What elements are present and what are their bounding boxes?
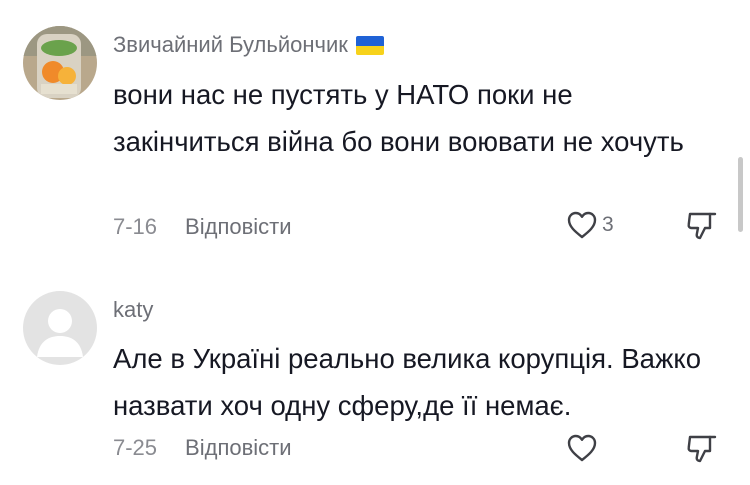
comment-date: 7-25 — [113, 435, 158, 460]
avatar[interactable] — [23, 291, 97, 365]
avatar[interactable] — [23, 26, 97, 100]
scrollbar[interactable] — [738, 157, 743, 232]
heart-outline-icon — [567, 434, 597, 462]
ukraine-flag-emoji — [355, 36, 384, 55]
comment-text: вони нас не пустять у НАТО поки не закін… — [113, 79, 684, 157]
thumbs-down-outline-icon — [687, 212, 717, 240]
dislike-button[interactable] — [685, 433, 719, 465]
reply-button[interactable]: Відповісти — [185, 214, 292, 239]
comment-meta: 7-16 Відповісти — [113, 214, 292, 240]
username[interactable]: katy — [113, 297, 153, 323]
comment-date: 7-16 — [113, 214, 158, 239]
username[interactable]: Звичайний Бульйончик — [113, 32, 384, 58]
like-button[interactable]: 3 — [566, 209, 614, 241]
like-button[interactable] — [566, 432, 598, 464]
comment-meta: 7-25 Відповісти — [113, 435, 292, 461]
dislike-button[interactable] — [685, 210, 719, 242]
thumbs-down-outline-icon — [687, 435, 717, 463]
heart-outline-icon — [567, 211, 597, 239]
comment-item: Звичайний Бульйончик вони нас не пустять… — [0, 0, 750, 270]
comment-text: Але в Україні реально велика корупція. В… — [113, 343, 702, 421]
reply-button[interactable]: Відповісти — [185, 435, 292, 460]
comment-item: katy Але в Україні реально велика корупц… — [0, 270, 750, 485]
like-count: 3 — [602, 213, 614, 236]
